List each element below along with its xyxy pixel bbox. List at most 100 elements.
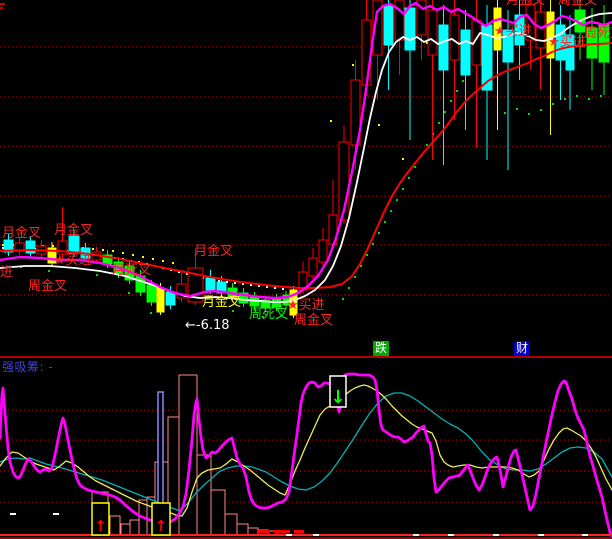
chart-annotation: 周金叉 bbox=[558, 0, 597, 8]
dotted-green-bio bbox=[576, 95, 578, 97]
candle-body-red bbox=[450, 15, 459, 60]
dotted-green-bio bbox=[600, 95, 602, 97]
histogram-bar bbox=[225, 514, 237, 535]
down-arrow-icon: ↓ bbox=[330, 387, 345, 408]
dotted-yellow-ma bbox=[152, 258, 154, 260]
histogram-bar bbox=[121, 524, 130, 535]
dotted-green-bio bbox=[232, 310, 234, 312]
dotted-white-ma bbox=[266, 286, 268, 288]
candle-body-cyan bbox=[405, 8, 415, 50]
histogram-bar bbox=[248, 528, 258, 535]
chart-annotation: 周死叉 bbox=[584, 26, 612, 41]
red-strip bbox=[294, 530, 304, 533]
dotted-green-bio bbox=[390, 210, 392, 212]
dotted-green-bio bbox=[354, 276, 356, 278]
chart-annotation: 月金叉 bbox=[2, 225, 41, 241]
chart-annotation: ←-6.18 bbox=[185, 318, 230, 333]
chart-annotation: 进 bbox=[0, 265, 13, 280]
dotted-green-bio bbox=[408, 177, 410, 179]
indicator-title[interactable]: 强吸筹: - bbox=[2, 358, 53, 375]
dotted-green-bio bbox=[516, 108, 518, 110]
dotted-green-bio bbox=[348, 287, 350, 289]
dotted-green-bio bbox=[402, 188, 404, 190]
chart-annotation: 周死叉 bbox=[249, 307, 288, 322]
candle-body-green bbox=[147, 285, 156, 302]
red-strip bbox=[274, 530, 290, 533]
dotted-yellow-ma bbox=[378, 124, 380, 126]
chart-annotation: 周金叉 bbox=[28, 278, 67, 294]
dotted-green-bio bbox=[456, 90, 458, 92]
dotted-green-bio bbox=[414, 166, 416, 168]
candle-body-yellow bbox=[157, 288, 164, 312]
candle-body-cyan bbox=[384, 5, 393, 45]
candle-body-red bbox=[395, 0, 404, 40]
histogram-bar bbox=[237, 524, 248, 535]
dotted-green-bio bbox=[426, 144, 428, 146]
dotted-green-bio bbox=[96, 274, 98, 276]
up-arrow-icon: ↑ bbox=[155, 517, 168, 535]
dotted-white-ma bbox=[282, 288, 284, 290]
dotted-white-ma bbox=[234, 282, 236, 284]
dotted-green-bio bbox=[462, 80, 464, 82]
dotted-green-bio bbox=[342, 298, 344, 300]
candle-body-red bbox=[309, 258, 317, 276]
candle-body-red bbox=[362, 20, 371, 85]
dotted-yellow-ma bbox=[172, 262, 174, 264]
chart-annotation: 月金叉 bbox=[194, 243, 233, 259]
dotted-green-bio bbox=[384, 221, 386, 223]
histogram-bar bbox=[197, 455, 211, 535]
dotted-yellow-ma bbox=[112, 250, 114, 252]
badge-cai[interactable]: 财 bbox=[514, 341, 530, 356]
chart-canvas[interactable]: 月金叉月金叉★买进进周金叉月死叉月金叉月金叉周死叉←-6.18★买进周金叉月金叉… bbox=[0, 0, 612, 539]
chart-annotation: ★买进 bbox=[548, 35, 586, 50]
chart-annotation: ★买进 bbox=[54, 253, 92, 268]
candle-body-red bbox=[536, 12, 545, 48]
dotted-green-bio bbox=[444, 111, 446, 113]
dotted-green-bio bbox=[378, 232, 380, 234]
stock-chart-window: 月金叉月金叉★买进进周金叉月死叉月金叉月金叉周死叉←-6.18★买进周金叉月金叉… bbox=[0, 0, 612, 539]
candle-body-cyan bbox=[166, 292, 175, 305]
histogram-bar bbox=[130, 520, 139, 535]
dotted-green-bio bbox=[528, 113, 530, 115]
dotted-green-bio bbox=[150, 312, 152, 314]
badge-die[interactable]: 跌 bbox=[373, 341, 389, 356]
dotted-green-bio bbox=[396, 199, 398, 201]
candle-body-red bbox=[319, 240, 327, 262]
dotted-yellow-ma bbox=[122, 252, 124, 254]
candle-body-red bbox=[428, 10, 437, 55]
dotted-green-bio bbox=[366, 254, 368, 256]
candle-body-cyan bbox=[439, 25, 448, 70]
dotted-green-bio bbox=[504, 112, 506, 114]
candle-body-cyan bbox=[206, 278, 215, 290]
chart-annotation: 周金叉 bbox=[294, 312, 333, 328]
chart-annotation: 月金叉 bbox=[506, 0, 545, 8]
dotted-green-bio bbox=[372, 243, 374, 245]
red-strip bbox=[258, 530, 270, 533]
dotted-green-bio bbox=[540, 109, 542, 111]
dotted-green-bio bbox=[564, 98, 566, 100]
candle-body-cyan bbox=[461, 30, 470, 75]
dotted-yellow-ma bbox=[352, 64, 354, 66]
histogram-bar bbox=[110, 516, 120, 535]
chart-annotation: ★买进 bbox=[287, 298, 325, 313]
dotted-yellow-ma bbox=[162, 260, 164, 262]
chart-annotation: ★买进 bbox=[494, 24, 532, 39]
dotted-white-ma bbox=[274, 287, 276, 289]
chart-annotation: 月死叉 bbox=[112, 263, 151, 278]
dotted-yellow-ma bbox=[102, 249, 104, 251]
histogram-bar bbox=[211, 490, 225, 535]
candle-body-cyan bbox=[69, 236, 79, 253]
panel-splitter[interactable] bbox=[0, 356, 612, 358]
dotted-yellow-ma bbox=[330, 120, 332, 122]
dotted-yellow-ma bbox=[92, 248, 94, 250]
candle-body-cyan bbox=[26, 241, 35, 253]
chart-annotation: 月金叉 bbox=[202, 294, 241, 310]
dotted-green-bio bbox=[450, 100, 452, 102]
up-arrow-icon: ↑ bbox=[94, 517, 107, 535]
dotted-green-bio bbox=[128, 292, 130, 294]
dotted-green-bio bbox=[588, 98, 590, 100]
dotted-yellow-ma bbox=[132, 254, 134, 256]
dotted-green-bio bbox=[48, 270, 50, 272]
dotted-yellow-ma bbox=[142, 256, 144, 258]
chart-annotation: 月金叉 bbox=[54, 222, 93, 238]
